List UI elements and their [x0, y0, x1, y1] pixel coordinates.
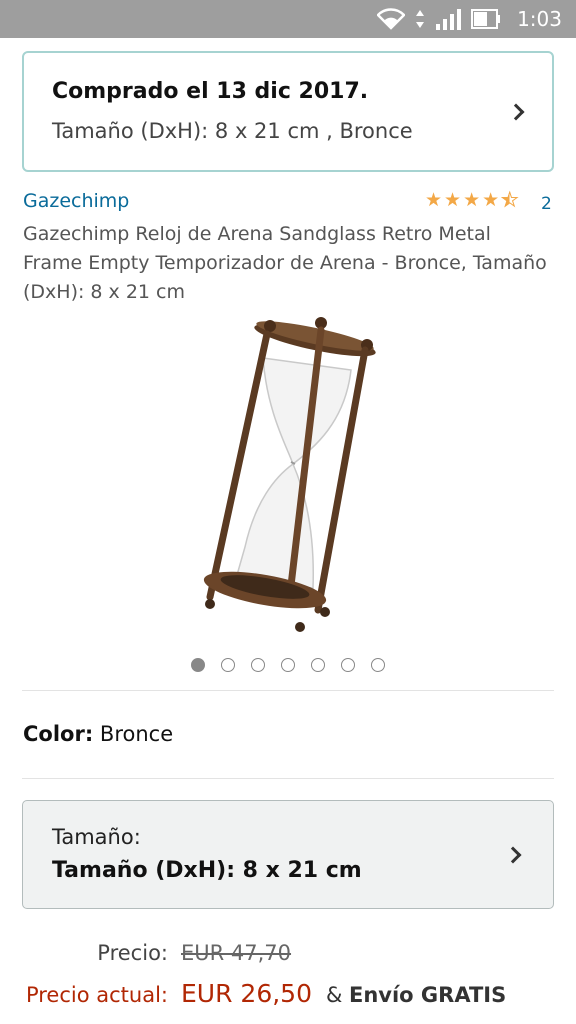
star-rating[interactable]: ★ ★ ★ ★ ★ [425, 189, 519, 211]
status-icons: 1:03 [377, 0, 562, 38]
star-full-icon: ★ [463, 189, 481, 211]
carousel-dot[interactable] [221, 658, 235, 672]
battery-icon [471, 9, 501, 29]
size-value: Tamaño (DxH): 8 x 21 cm [52, 858, 362, 883]
chevron-right-icon [507, 103, 525, 121]
star-full-icon: ★ [482, 189, 500, 211]
cell-signal-icon [436, 9, 462, 30]
star-half-icon: ★ [501, 189, 519, 211]
divider [22, 778, 554, 779]
carousel-dot[interactable] [251, 658, 265, 672]
chevron-right-icon [504, 846, 522, 864]
size-label: Tamaño: [52, 825, 141, 849]
product-title: Gazechimp Reloj de Arena Sandglass Retro… [23, 223, 547, 303]
list-price-label: Precio: [97, 941, 168, 965]
ampersand: & [326, 983, 343, 1007]
wifi-icon [377, 8, 406, 30]
carousel-dot[interactable] [311, 658, 325, 672]
star-full-icon: ★ [444, 189, 462, 211]
carousel-dot[interactable] [371, 658, 385, 672]
status-bar: 1:03 [0, 0, 576, 38]
purchase-size: Tamaño (DxH): 8 x 21 cm , Bronce [52, 119, 413, 143]
carousel-dot[interactable] [281, 658, 295, 672]
free-shipping-label: Envío GRATIS [349, 983, 507, 1007]
current-price: EUR 26,50 [181, 979, 312, 1008]
list-price: EUR 47,70 [181, 941, 292, 965]
purchase-notice-card[interactable]: Comprado el 13 dic 2017. Tamaño (DxH): 8… [22, 51, 554, 172]
color-value: Bronce [99, 722, 174, 746]
carousel-dot[interactable] [341, 658, 355, 672]
brand-link[interactable]: Gazechimp [23, 190, 129, 212]
color-row: Color: Bronce [23, 722, 173, 746]
review-count[interactable]: 2 [541, 194, 552, 214]
hourglass-image[interactable] [175, 312, 405, 637]
color-label: Color: [23, 722, 94, 746]
status-time: 1:03 [517, 7, 562, 31]
image-carousel-dots [0, 658, 576, 672]
purchase-date: Comprado el 13 dic 2017. [52, 79, 369, 104]
size-selector-button[interactable]: Tamaño: Tamaño (DxH): 8 x 21 cm [22, 800, 554, 909]
divider [22, 690, 554, 691]
carousel-dot[interactable] [191, 658, 205, 672]
data-transfer-icon [416, 10, 425, 28]
current-price-label: Precio actual: [25, 983, 168, 1007]
star-full-icon: ★ [425, 189, 443, 211]
